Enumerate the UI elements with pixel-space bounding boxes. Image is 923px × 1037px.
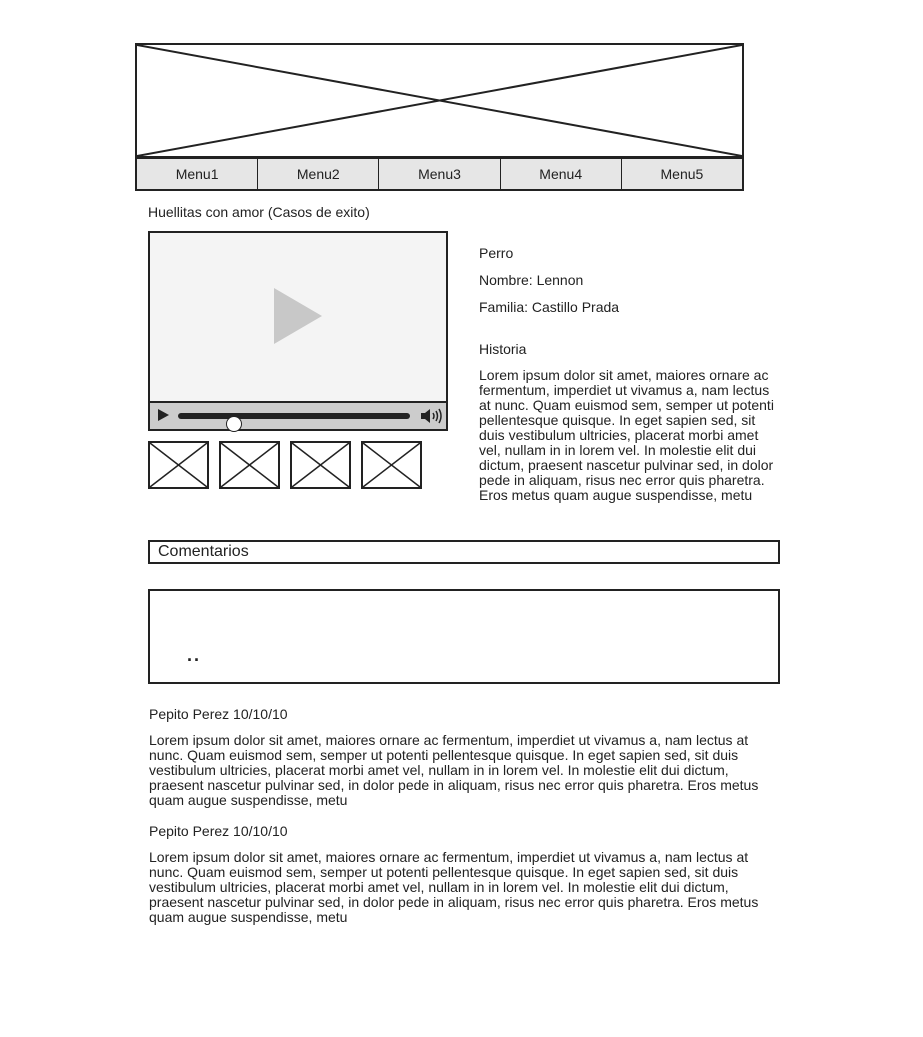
comment-text: Lorem ipsum dolor sit amet, maiores orna… <box>149 849 759 925</box>
comment-text: Lorem ipsum dolor sit amet, maiores orna… <box>149 732 759 808</box>
menu-item-4[interactable]: Menu4 <box>501 159 622 189</box>
gallery-thumbnail[interactable] <box>148 441 209 489</box>
menu-item-3[interactable]: Menu3 <box>379 159 501 189</box>
comments-heading: Comentarios <box>148 540 780 564</box>
gallery-thumbnail[interactable] <box>290 441 351 489</box>
gallery-thumbnail[interactable] <box>219 441 280 489</box>
comment-input[interactable]: .. <box>148 589 780 684</box>
image-placeholder-icon <box>363 443 420 487</box>
pet-type: Perro <box>479 245 514 261</box>
page-title: Huellitas con amor (Casos de exito) <box>148 204 370 220</box>
menu-item-5[interactable]: Menu5 <box>622 159 742 189</box>
image-placeholder-icon <box>137 45 742 156</box>
play-icon[interactable] <box>158 409 169 421</box>
pet-family: Familia: Castillo Prada <box>479 299 620 315</box>
play-overlay-icon[interactable] <box>274 288 322 344</box>
menu-item-2[interactable]: Menu2 <box>258 159 380 189</box>
comment-author: Pepito Perez 10/10/10 <box>149 706 288 722</box>
main-menu: Menu1 Menu2 Menu3 Menu4 Menu5 <box>135 157 744 191</box>
video-controls <box>150 401 446 432</box>
video-progress-slider[interactable] <box>178 413 410 432</box>
comment-input-value: .. <box>187 645 202 665</box>
image-placeholder-icon <box>292 443 349 487</box>
pet-name: Nombre: Lennon <box>479 272 584 288</box>
menu-item-1[interactable]: Menu1 <box>137 159 259 189</box>
history-text: Lorem ipsum dolor sit amet, maiores orna… <box>479 368 774 503</box>
image-placeholder-icon <box>150 443 207 487</box>
volume-icon[interactable] <box>420 408 442 424</box>
gallery-thumbnail[interactable] <box>361 441 422 489</box>
image-placeholder-icon <box>221 443 278 487</box>
comment-author: Pepito Perez 10/10/10 <box>149 823 288 839</box>
video-player[interactable] <box>148 231 448 432</box>
banner-image <box>135 43 744 158</box>
slider-knob[interactable] <box>225 416 242 432</box>
history-heading: Historia <box>479 341 527 357</box>
